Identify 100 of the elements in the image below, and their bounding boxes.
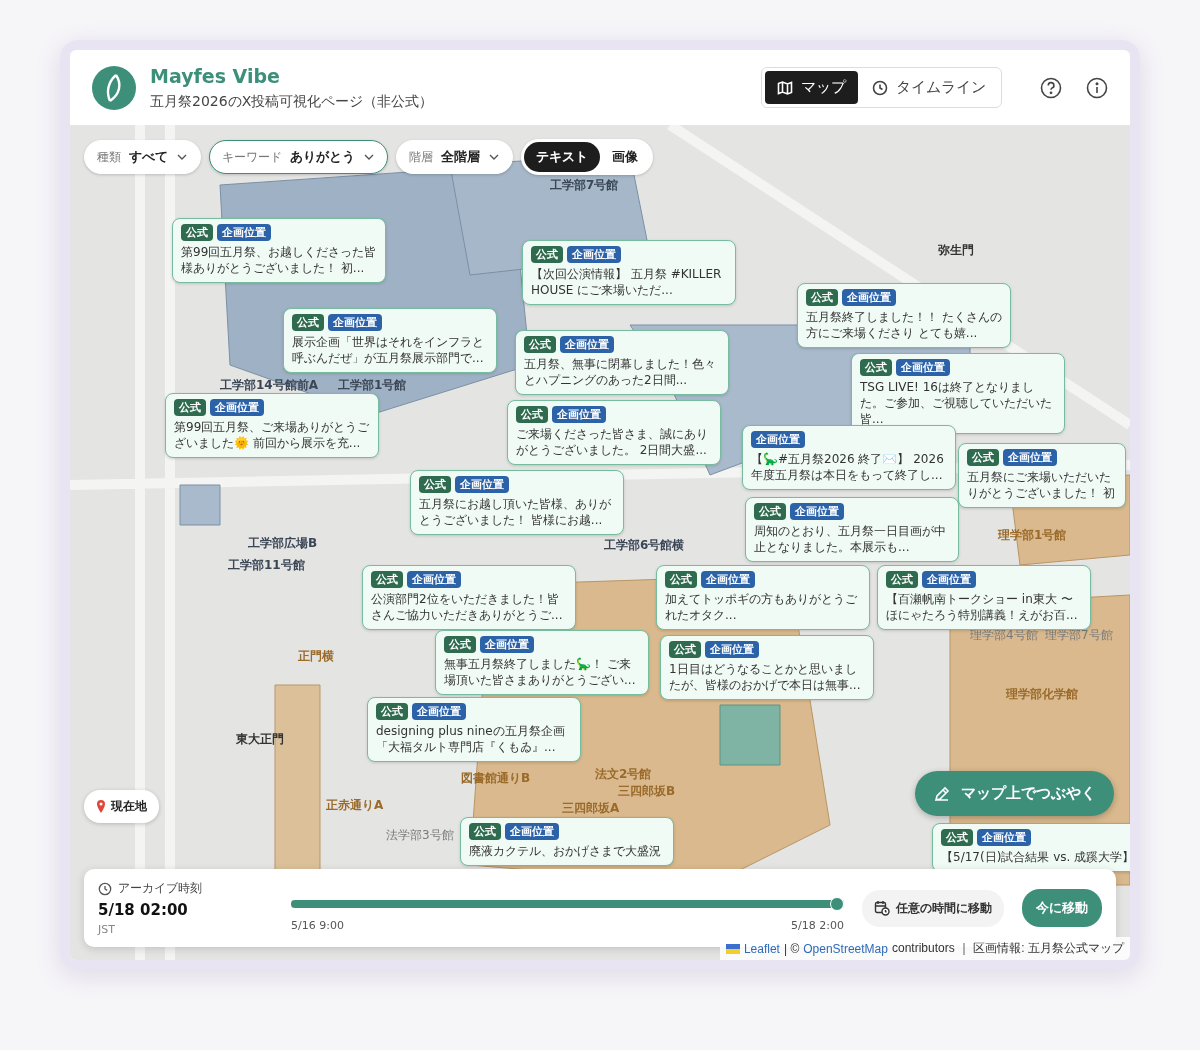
post-popup[interactable]: 公式 企画位置 第99回五月祭、お越しくださった皆様ありがとうございました！ 初... — [172, 218, 386, 283]
post-popup[interactable]: 公式 企画位置 廃液カクテル、おかげさまで大盛況 — [460, 817, 674, 866]
post-popup[interactable]: 公式 企画位置 周知のとおり、五月祭一日目画が中止となりました。本展示も... — [745, 497, 959, 562]
post-tag: 企画位置 — [977, 829, 1031, 846]
archive-time-value: 5/18 02:00 — [98, 901, 189, 919]
map-place-label: 工学部広場B — [248, 535, 318, 552]
filter-dropdown[interactable]: 種類 すべて — [84, 140, 201, 174]
post-tag: 企画位置 — [751, 431, 805, 448]
post-tag: 公式 — [444, 636, 476, 653]
map-place-label: 法学部3号館 — [386, 827, 454, 844]
post-tag: 企画位置 — [328, 314, 382, 331]
map-place-label: 工学部11号館 — [228, 557, 305, 574]
post-tag: 公式 — [371, 571, 403, 588]
clock-icon — [872, 79, 888, 96]
calendar-clock-icon — [874, 900, 890, 916]
post-text: 五月祭にご来場いただいたりがとうございました！ 初 — [967, 469, 1116, 501]
map-attribution: Leaflet | © OpenStreetMap contributors ｜ 区画情報: 五月祭公式マップ — [719, 937, 1130, 960]
map-place-label: 工学部7号館 — [550, 177, 619, 194]
filter-dropdown[interactable]: キーワード ありがとう — [209, 140, 388, 174]
post-popup[interactable]: 公式 企画位置 ご来場くださった皆さま、誠にありがとうございました。 2日間大盛... — [507, 400, 721, 465]
map-place-label: 正門横 — [298, 648, 334, 665]
post-tag: 公式 — [292, 314, 324, 331]
view-toggle[interactable]: 画像 — [600, 142, 650, 172]
map-place-label: 理学部7号館 — [1045, 627, 1113, 644]
post-popup[interactable]: 公式 企画位置 五月祭にご来場いただいたりがとうございました！ 初 — [958, 443, 1126, 508]
post-popup[interactable]: 公式 企画位置 TSG LIVE! 16は終了となりました。ご参加、ご視聴していただいた皆... — [851, 353, 1065, 434]
post-popup[interactable]: 公式 企画位置 1日目はどうなることかと思いましたが、皆様のおかげで本日は無事... — [660, 635, 874, 700]
post-tag: 企画位置 — [1003, 449, 1057, 466]
map-place-label: 理学部4号館 — [970, 627, 1038, 644]
post-text: 【5/17(日)試合結果 vs. 成蹊大学】 — [941, 849, 1130, 865]
info-icon[interactable] — [1086, 76, 1108, 99]
nav-tab[interactable]: タイムライン — [860, 71, 998, 104]
slider-handle[interactable] — [830, 896, 844, 911]
post-tag: 企画位置 — [480, 636, 534, 653]
time-slider[interactable] — [291, 896, 844, 911]
post-tag: 公式 — [665, 571, 697, 588]
post-on-map-button[interactable]: マップ上でつぶやく — [915, 771, 1114, 816]
post-tag: 企画位置 — [505, 823, 559, 840]
post-popup[interactable]: 公式 企画位置 【5/17(日)試合結果 vs. 成蹊大学】 — [932, 823, 1130, 872]
openstreetmap-link[interactable]: OpenStreetMap — [803, 941, 888, 956]
post-tag: 企画位置 — [217, 224, 271, 241]
post-tag: 企画位置 — [790, 503, 844, 520]
map-place-label: 東大正門 — [236, 731, 284, 748]
post-popup[interactable]: 公式 企画位置 第99回五月祭、ご来場ありがとうございました🌞 前回から展示を充... — [165, 393, 379, 458]
post-popup[interactable]: 企画位置 【🦕#五月祭2026 終了✉】 2026年度五月祭は本日をもって終了し... — [742, 425, 956, 490]
view-toggle[interactable]: テキスト — [524, 142, 600, 172]
post-tag: 公式 — [181, 224, 213, 241]
post-text: 周知のとおり、五月祭一日目画が中止となりました。本展示も... — [754, 523, 947, 555]
post-tag: 公式 — [469, 823, 501, 840]
logo-icon — [92, 65, 136, 110]
map-place-label: 理学部化学館 — [1006, 686, 1078, 703]
post-text: TSG LIVE! 16は終了となりました。ご参加、ご視聴していただいた皆... — [860, 379, 1053, 427]
post-text: 五月祭終了しました！！ たくさんの方にご来場くださり とても嬉... — [806, 309, 1002, 341]
post-tag: 企画位置 — [705, 641, 759, 658]
post-text: 第99回五月祭、ご来場ありがとうございました🌞 前回から展示を充... — [174, 419, 370, 451]
pick-time-button[interactable]: 任意の時間に移動 — [862, 889, 1004, 927]
post-tag: 企画位置 — [567, 246, 621, 263]
post-text: 展示企画「世界はそれをインフラと呼ぶんだぜ」が五月祭展示部門で... — [292, 334, 485, 366]
map-place-label: 法文2号館 — [595, 766, 652, 783]
filter-dropdown[interactable]: 階層 全階層 — [396, 140, 513, 174]
post-tag: 企画位置 — [842, 289, 896, 306]
post-tag: 企画位置 — [922, 571, 976, 588]
post-tag: 公式 — [174, 399, 206, 416]
flag-icon — [725, 943, 740, 954]
post-tag: 公式 — [669, 641, 701, 658]
post-popup[interactable]: 公式 企画位置 【百瀬帆南トークショー in東大 〜ほにゃたろう特別講義！えがお百... — [877, 565, 1091, 630]
jump-to-now-button[interactable]: 今に移動 — [1022, 889, 1102, 927]
post-text: 五月祭、無事に閉幕しました！色々とハプニングのあった2日間... — [524, 356, 717, 388]
post-popup[interactable]: 公式 企画位置 五月祭にお越し頂いた皆様、ありがとうございました！ 皆様にお越... — [410, 470, 624, 535]
post-popup[interactable]: 公式 企画位置 加えてトッポギの方もありがとうごれたオタク... — [656, 565, 870, 630]
post-tag: 企画位置 — [701, 571, 755, 588]
post-text: 公演部門2位をいただきました！皆さんご協力いただきありがとうご... — [371, 591, 564, 623]
map-place-label: 弥生門 — [938, 242, 974, 259]
post-popup[interactable]: 公式 企画位置 designing plus nineの五月祭企画「大福タルト専門店『くもゐ』... — [367, 697, 581, 762]
archive-time-label: アーカイブ時刻 — [118, 880, 202, 897]
current-location-button[interactable]: 現在地 — [84, 790, 159, 823]
slider-start-label: 5/16 9:00 — [291, 918, 344, 932]
post-popup[interactable]: 公式 企画位置 五月祭、無事に閉幕しました！色々とハプニングのあった2日間... — [515, 330, 729, 395]
post-tag: 企画位置 — [407, 571, 461, 588]
post-tag: 公式 — [860, 359, 892, 376]
post-tag: 公式 — [754, 503, 786, 520]
map-place-label: 三四郎坂B — [618, 783, 676, 800]
nav-tab[interactable]: マップ — [765, 71, 858, 104]
leaflet-link[interactable]: Leaflet — [743, 941, 780, 956]
location-pin-icon — [96, 800, 106, 813]
post-tag: 公式 — [376, 703, 408, 720]
map-place-label: 工学部1号館 — [338, 377, 407, 394]
post-popup[interactable]: 公式 企画位置 無事五月祭終了しました🦕！ ご来場頂いた皆さまありがとうござい... — [435, 630, 649, 695]
app-subtitle: 五月祭2026のX投稿可視化ページ（非公式） — [150, 92, 435, 111]
help-icon[interactable] — [1040, 76, 1062, 99]
post-tag: 企画位置 — [560, 336, 614, 353]
timezone-label: JST — [98, 923, 116, 936]
post-text: 【🦕#五月祭2026 終了✉】 2026年度五月祭は本日をもって終了し... — [751, 451, 945, 483]
post-text: 五月祭にお越し頂いた皆様、ありがとうございました！ 皆様にお越... — [419, 496, 612, 528]
post-popup[interactable]: 公式 企画位置 五月祭終了しました！！ たくさんの方にご来場くださり とても嬉... — [797, 283, 1011, 348]
post-popup[interactable]: 公式 企画位置 公演部門2位をいただきました！皆さんご協力いただきありがとうご... — [362, 565, 576, 630]
post-popup[interactable]: 公式 企画位置 展示企画「世界はそれをインフラと呼ぶんだぜ」が五月祭展示部門で... — [283, 308, 497, 373]
post-popup[interactable]: 公式 企画位置 【次回公演情報】 五月祭 #KILLERHOUSE にご来場いただ... — [522, 240, 736, 305]
post-tag: 企画位置 — [210, 399, 264, 416]
pencil-icon — [933, 784, 951, 803]
